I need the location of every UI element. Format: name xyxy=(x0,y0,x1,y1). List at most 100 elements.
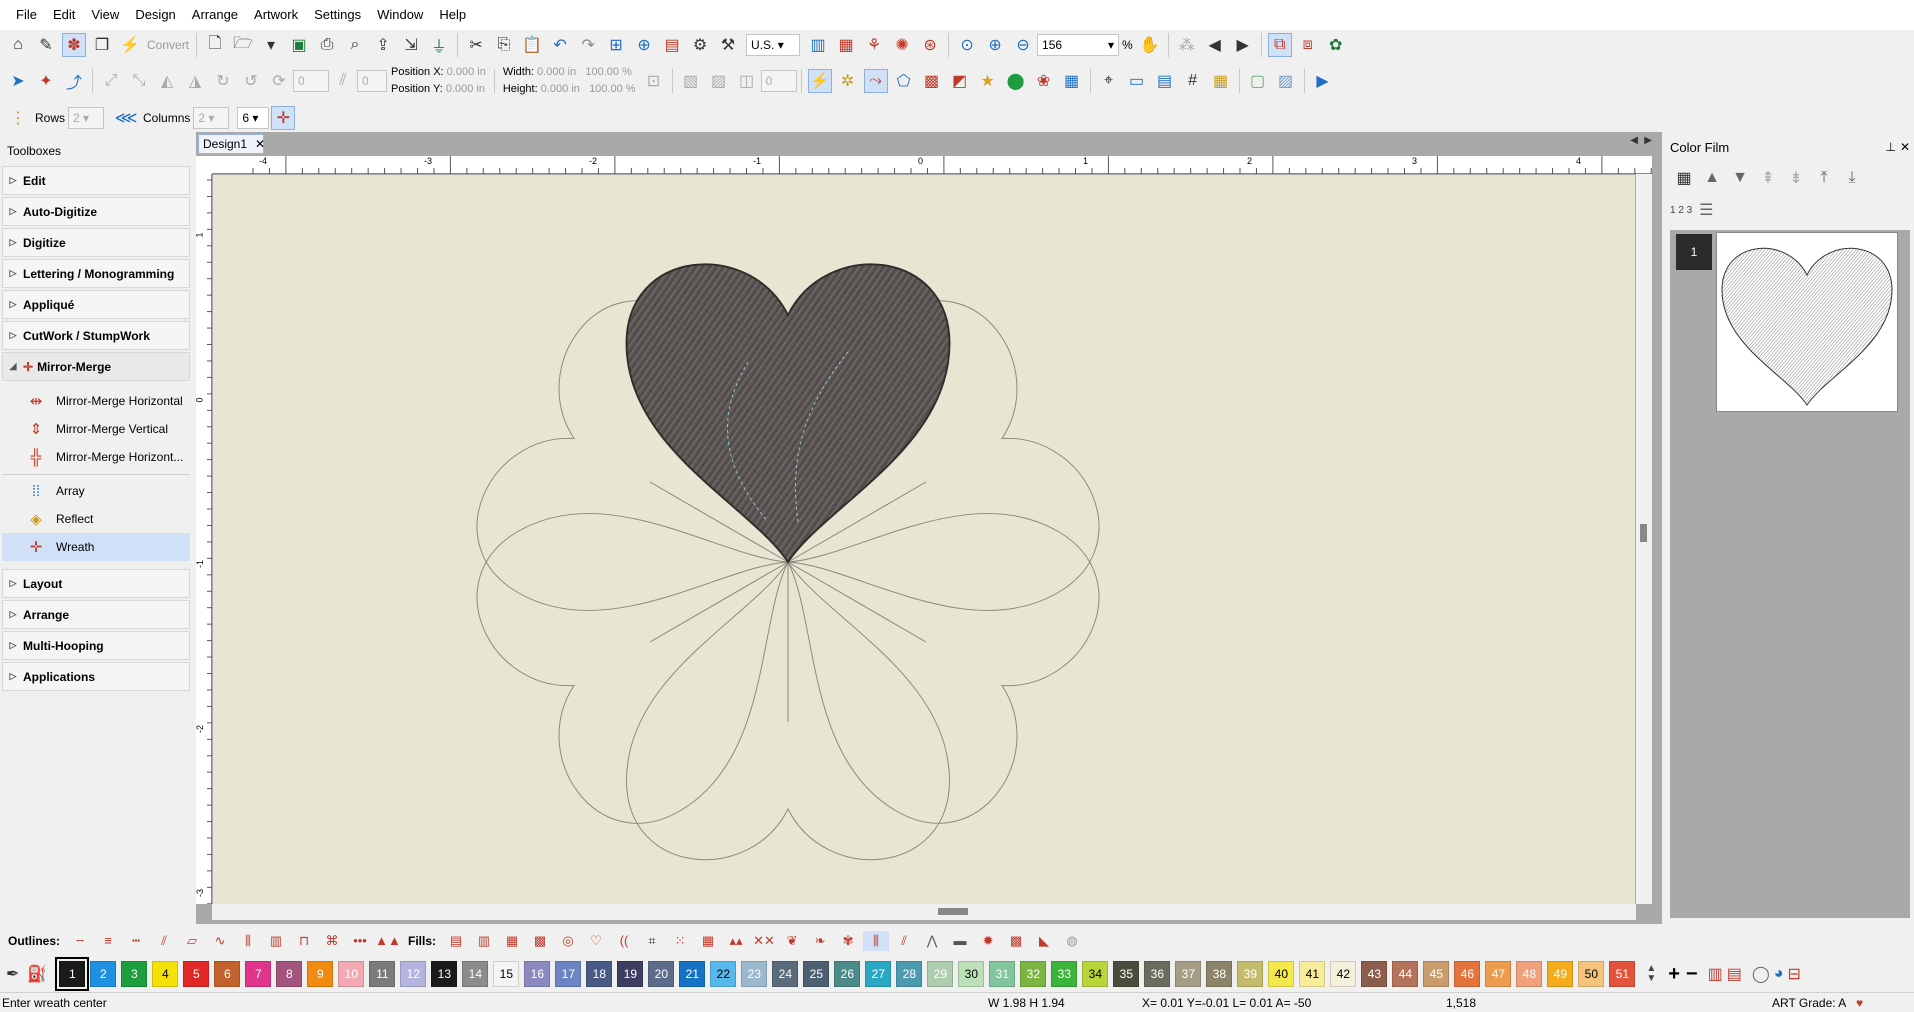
color-select-icon[interactable]: ◩ xyxy=(948,69,972,93)
home-icon[interactable]: ⌂ xyxy=(6,33,30,57)
fill-pattern-13-icon[interactable]: ❦ xyxy=(779,931,805,951)
height-input[interactable]: 0.000 xyxy=(541,83,569,95)
show-stitches-icon[interactable]: ⧉ xyxy=(1267,33,1292,57)
running-stitch-icon[interactable]: ╌ xyxy=(67,931,93,951)
fill-pattern-6-icon[interactable]: ♡ xyxy=(583,931,609,951)
mirror-merge-both-item[interactable]: ╬ Mirror-Merge Horizont... xyxy=(2,443,190,471)
lock-proportion-icon[interactable]: ⊡ xyxy=(642,69,666,93)
rotate-free-icon[interactable]: ⟳ xyxy=(267,69,291,93)
satin-wide-icon[interactable]: ▱ xyxy=(179,931,205,951)
open-folder-icon[interactable]: 🗁 xyxy=(231,33,255,57)
lasso-icon[interactable]: ⬠ xyxy=(892,69,916,93)
reshape-stitches-icon[interactable]: ⤳ xyxy=(863,69,888,93)
copy-icon[interactable]: ⎘ xyxy=(492,33,516,57)
thread-swatch[interactable]: 40 xyxy=(1268,961,1295,987)
insert-design-icon[interactable]: ⊞ xyxy=(604,33,628,57)
menu-file[interactable]: File xyxy=(8,0,45,30)
thread-swatch[interactable]: 22 xyxy=(710,961,737,987)
close-tab-icon[interactable]: ✕ xyxy=(255,137,265,151)
fill-pattern-9-icon[interactable]: ⁙ xyxy=(667,931,693,951)
zoom-out-icon[interactable]: ⊖ xyxy=(1011,33,1035,57)
menu-view[interactable]: View xyxy=(83,0,127,30)
thread-swatch[interactable]: 1 xyxy=(55,957,90,991)
toolbox-digitize[interactable]: ▷ Digitize xyxy=(2,228,190,257)
position-y-input[interactable]: 0.000 xyxy=(446,83,474,95)
toolbox-cutwork[interactable]: ▷ CutWork / StumpWork xyxy=(2,321,190,350)
thread-swatch[interactable]: 39 xyxy=(1237,961,1264,987)
toolbox-edit[interactable]: ▷ Edit xyxy=(2,166,190,195)
thread-swatch[interactable]: 5 xyxy=(183,961,210,987)
mirror-merge-horizontal-item[interactable]: ⇹ Mirror-Merge Horizontal xyxy=(2,387,190,415)
color-wheel-icon[interactable]: ◯ xyxy=(1752,964,1770,984)
thread-swatch[interactable]: 35 xyxy=(1113,961,1140,987)
thread-swatch[interactable]: 8 xyxy=(276,961,303,987)
fill-pattern-14-icon[interactable]: ❧ xyxy=(807,931,833,951)
color-film-thumbnail[interactable] xyxy=(1716,232,1898,412)
thread-swatch[interactable]: 51 xyxy=(1609,961,1636,987)
toolbox-applique[interactable]: ▷ Appliqué xyxy=(2,290,190,319)
menu-window[interactable]: Window xyxy=(369,0,431,30)
stitch-density-icon[interactable]: ▧ xyxy=(679,69,703,93)
fill-pattern-5-icon[interactable]: ◎ xyxy=(555,931,581,951)
thread-swatch[interactable]: 34 xyxy=(1082,961,1109,987)
thread-swatch[interactable]: 19 xyxy=(617,961,644,987)
thread-swatch[interactable]: 31 xyxy=(989,961,1016,987)
remove-color-icon[interactable]: − xyxy=(1686,963,1698,986)
fill-pattern-21-icon[interactable]: ▩ xyxy=(1003,931,1029,951)
thread-swatch[interactable]: 25 xyxy=(803,961,830,987)
add-color-icon[interactable]: + xyxy=(1668,963,1680,986)
merge-icon[interactable]: ⊕ xyxy=(632,33,656,57)
height-percent-input[interactable]: 100.00 xyxy=(589,83,623,95)
dot-stitch-icon[interactable]: ••• xyxy=(347,931,373,951)
hoop-icon[interactable]: ⊛ xyxy=(918,33,942,57)
stitch-player-icon[interactable]: ⁂ xyxy=(1175,33,1199,57)
show-outlines-icon[interactable]: ⧈ xyxy=(1296,33,1320,57)
thread-swatch[interactable]: 46 xyxy=(1454,961,1481,987)
film-icon[interactable]: ▦ xyxy=(834,33,858,57)
thread-swatch[interactable]: 10 xyxy=(338,961,365,987)
menu-design[interactable]: Design xyxy=(127,0,183,30)
export-icon[interactable]: ⇲ xyxy=(399,33,423,57)
settings-gear-icon[interactable]: ⚙ xyxy=(688,33,712,57)
thread-swatch[interactable]: 27 xyxy=(865,961,892,987)
units-select[interactable]: U.S. ▾ xyxy=(746,34,801,56)
rotate-angle-input[interactable]: 0 xyxy=(293,70,329,92)
motif-icon[interactable]: ★ xyxy=(976,69,1000,93)
swirl-icon[interactable]: ✺ xyxy=(890,33,914,57)
wreath-mode-icon[interactable]: ✽ xyxy=(62,33,86,57)
mirror-vertical-icon[interactable]: ◭ xyxy=(155,69,179,93)
table-icon[interactable]: ▤ xyxy=(1153,69,1177,93)
move-down-one-icon[interactable]: ⇟ xyxy=(1784,166,1808,190)
toolbox-lettering[interactable]: ▷ Lettering / Monogramming xyxy=(2,259,190,288)
scale-icon[interactable]: ⤡ xyxy=(127,69,151,93)
windows-icon[interactable]: ❐ xyxy=(90,33,114,57)
hoop-outline-icon[interactable]: ▭ xyxy=(1125,69,1149,93)
menu-edit[interactable]: Edit xyxy=(45,0,83,30)
thread-swatch[interactable]: 9 xyxy=(307,961,334,987)
usb-icon[interactable]: ⏚ xyxy=(427,33,451,57)
toolbox-auto-digitize[interactable]: ▷ Auto-Digitize xyxy=(2,197,190,226)
document-tab[interactable]: Design1 ✕ xyxy=(198,134,265,154)
tab-scroll-left-icon[interactable]: ◀ xyxy=(1630,135,1638,146)
paste-icon[interactable]: 📋 xyxy=(520,33,544,57)
columns-input[interactable]: 2 ▾ xyxy=(193,107,230,129)
thread-swatch[interactable]: 50 xyxy=(1578,961,1605,987)
spool-icon[interactable]: ⊟ xyxy=(1787,964,1800,984)
thread-swatch[interactable]: 16 xyxy=(524,961,551,987)
next-icon[interactable]: ▶ xyxy=(1231,33,1255,57)
thread-swatch[interactable]: 42 xyxy=(1330,961,1357,987)
previous-icon[interactable]: ◀ xyxy=(1203,33,1227,57)
palette-scroll-icon[interactable]: ▲ ▼ xyxy=(1646,964,1656,984)
menu-arrange[interactable]: Arrange xyxy=(184,0,246,30)
toolbox-multi-hooping[interactable]: ▷ Multi-Hooping xyxy=(2,631,190,660)
toolbox-layout[interactable]: ▷ Layout xyxy=(2,569,190,598)
thread-swatch[interactable]: 43 xyxy=(1361,961,1388,987)
thread-swatch[interactable]: 26 xyxy=(834,961,861,987)
grid-settings-icon[interactable]: ▦ xyxy=(1209,69,1233,93)
select-arrow-icon[interactable]: ➤ xyxy=(6,69,30,93)
applique-icon[interactable]: ❀ xyxy=(1032,69,1056,93)
color-blend-icon[interactable]: ◕ xyxy=(1774,965,1784,983)
star-shape-icon[interactable]: ✲ xyxy=(836,69,860,93)
fill-pattern-15-icon[interactable]: ✾ xyxy=(835,931,861,951)
thread-swatch[interactable]: 32 xyxy=(1020,961,1047,987)
